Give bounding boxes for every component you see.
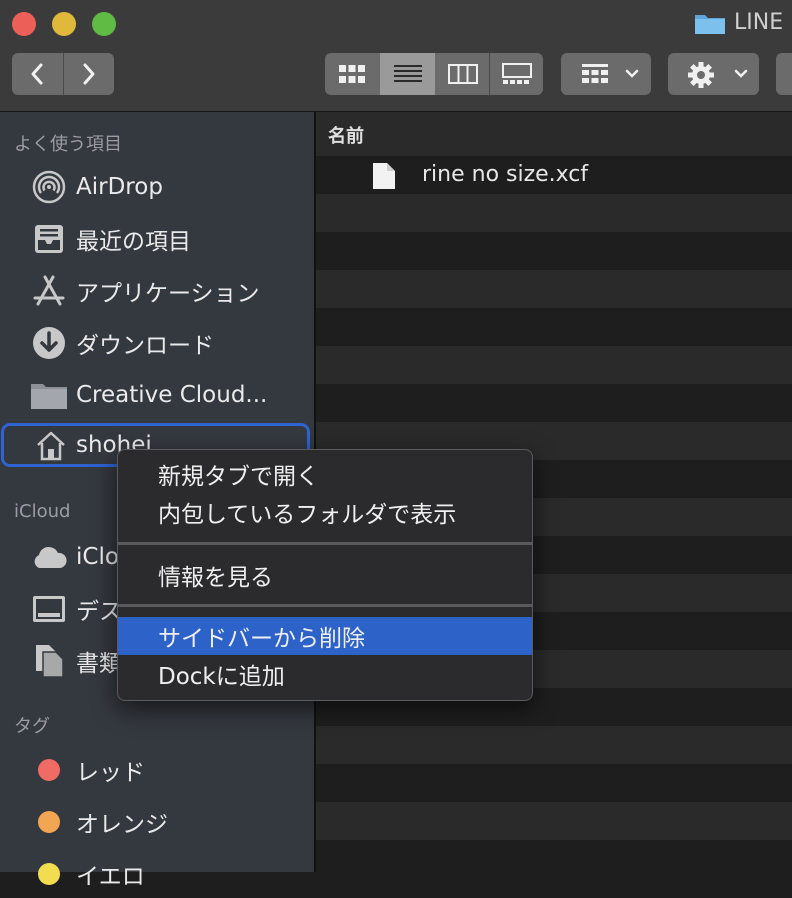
toolbar: LINE (0, 0, 792, 112)
sidebar-item-tag-yellow[interactable]: イエロ (0, 850, 314, 898)
chevron-right-icon (83, 63, 95, 85)
zoom-window-button[interactable] (92, 12, 116, 36)
icloud-header: iCloud (14, 501, 71, 522)
home-icon (32, 427, 70, 465)
sidebar-item-label: デス (76, 599, 122, 625)
gear-icon (688, 62, 714, 88)
menu-separator (118, 542, 532, 545)
share-button[interactable] (776, 53, 792, 95)
favorites-header: よく使う項目 (14, 134, 122, 155)
document-icon (373, 163, 395, 189)
back-button[interactable] (12, 53, 62, 95)
list-view-icon (393, 65, 422, 82)
sidebar-item-applications[interactable]: アプリケーション (0, 267, 314, 315)
desktop-icon (30, 590, 68, 628)
airdrop-icon (30, 168, 68, 206)
empty-list-row (316, 346, 792, 384)
view-mode-control (325, 53, 543, 95)
empty-list-row (316, 726, 792, 764)
menu-item-add-to-dock[interactable]: Dockに追加 (118, 655, 532, 693)
group-by-button[interactable] (561, 53, 651, 95)
tag-color-dot (38, 811, 60, 833)
empty-list-row (316, 764, 792, 802)
empty-list-row (316, 270, 792, 308)
empty-list-row (316, 308, 792, 346)
window-title-text: LINE (734, 10, 784, 35)
list-view-button[interactable] (380, 53, 435, 95)
menu-item-remove-from-sidebar[interactable]: サイドバーから削除 (118, 617, 532, 655)
gallery-view-icon (501, 63, 532, 84)
menu-item-label: 新規タブで開く (158, 464, 319, 490)
sidebar-item-label: アプリケーション (76, 281, 260, 307)
menu-item-label: 内包しているフォルダで表示 (158, 502, 457, 528)
context-menu: 新規タブで開く 内包しているフォルダで表示 情報を見る サイドバーから削除 Do… (117, 449, 533, 701)
sidebar-item-airdrop[interactable]: AirDrop (0, 163, 314, 211)
empty-list-row (316, 384, 792, 422)
chevron-down-icon (625, 69, 639, 78)
minimize-window-button[interactable] (52, 12, 76, 36)
file-row[interactable]: rine no size.xcf (316, 156, 792, 194)
sidebar-item-label: 最近の項目 (76, 229, 191, 255)
column-view-icon (447, 64, 478, 84)
column-header-label: 名前 (328, 126, 364, 147)
folder-icon (30, 376, 68, 414)
menu-item-label: Dockに追加 (158, 664, 285, 690)
sidebar-item-tag-red[interactable]: レッド (0, 746, 314, 794)
gallery-view-button[interactable] (490, 53, 543, 95)
sidebar-item-label: ダウンロード (76, 333, 214, 359)
cloud-icon (30, 538, 68, 576)
tag-color-dot (38, 759, 60, 781)
sidebar-item-label: イエロ (76, 864, 145, 890)
action-menu-button[interactable] (668, 53, 759, 95)
chevron-left-icon (31, 63, 43, 85)
nav-buttons (12, 53, 114, 95)
group-grid-icon (582, 64, 608, 83)
downloads-icon (30, 324, 68, 362)
sidebar-item-recents[interactable]: 最近の項目 (0, 215, 314, 263)
empty-list-row (316, 840, 792, 878)
icon-view-icon (339, 65, 365, 83)
sidebar-item-downloads[interactable]: ダウンロード (0, 319, 314, 367)
menu-separator (118, 604, 532, 607)
forward-button[interactable] (64, 53, 114, 95)
icon-view-button[interactable] (325, 53, 379, 95)
sidebar-item-label: iClo (76, 544, 119, 570)
sidebar-item-tag-orange[interactable]: オレンジ (0, 798, 314, 846)
sidebar-item-label: Creative Cloud... (76, 382, 268, 408)
empty-list-row (316, 802, 792, 840)
tag-color-dot (38, 863, 60, 885)
recents-icon (30, 220, 68, 258)
window-title: LINE (694, 10, 783, 35)
tags-header: タグ (14, 716, 50, 737)
sidebar-item-label: 書類 (76, 651, 122, 677)
menu-item-show-in-enclosing-folder[interactable]: 内包しているフォルダで表示 (118, 493, 532, 531)
sidebar-item-creative-cloud[interactable]: Creative Cloud... (0, 371, 314, 419)
folder-icon (695, 14, 725, 34)
empty-list-row (316, 194, 792, 232)
empty-list-row (316, 232, 792, 270)
column-header-name[interactable]: 名前 (316, 112, 792, 157)
applications-icon (30, 272, 68, 310)
menu-item-label: 情報を見る (158, 565, 273, 591)
sidebar-item-label: AirDrop (76, 174, 163, 200)
chevron-down-icon (734, 69, 748, 78)
menu-item-open-in-new-tab[interactable]: 新規タブで開く (118, 455, 532, 493)
sidebar-item-label: レッド (76, 760, 145, 786)
close-window-button[interactable] (12, 12, 36, 36)
column-view-button[interactable] (436, 53, 489, 95)
menu-item-label: サイドバーから削除 (158, 626, 365, 652)
sidebar-item-label: オレンジ (76, 812, 168, 838)
menu-item-get-info[interactable]: 情報を見る (118, 556, 532, 594)
file-name: rine no size.xcf (422, 162, 589, 187)
documents-icon (30, 642, 68, 680)
